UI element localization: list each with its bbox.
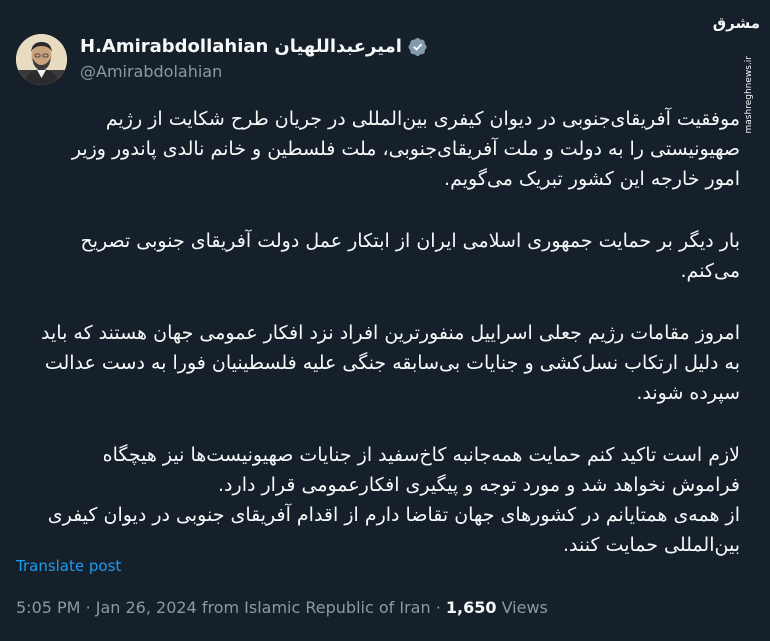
avatar-portrait-icon bbox=[16, 34, 67, 85]
watermark-url: mashreghnews.ir bbox=[744, 56, 754, 134]
translate-post-link[interactable]: Translate post bbox=[16, 557, 121, 575]
watermark-logo: مشرق bbox=[712, 14, 760, 32]
tweet-paragraph: لازم است تاکید کنم حمایت همه‌جانبه کاخ‌س… bbox=[47, 444, 740, 556]
separator-dot: · bbox=[435, 598, 446, 617]
avatar[interactable] bbox=[16, 34, 67, 85]
tweet-paragraph: امروز مقامات رژیم جعلی اسراییل منفورترین… bbox=[41, 322, 740, 404]
author-name-row[interactable]: H.Amirabdollahian امیرعبداللهیان bbox=[80, 36, 428, 57]
tweet-text: موفقیت آفریقای‌جنوبی در دیوان کیفری بین‌… bbox=[40, 104, 740, 592]
author-name[interactable]: H.Amirabdollahian bbox=[80, 36, 268, 57]
tweet-time[interactable]: 5:05 PM bbox=[16, 598, 80, 617]
verified-badge-icon bbox=[408, 37, 427, 56]
author-name-fa[interactable]: امیرعبداللهیان bbox=[274, 36, 402, 57]
tweet-location: from Islamic Republic of Iran bbox=[201, 598, 431, 617]
separator-dot: · bbox=[85, 598, 96, 617]
views-count: 1,650 bbox=[445, 598, 497, 617]
views-label: Views bbox=[501, 598, 548, 617]
tweet-meta: 5:05 PM · Jan 26, 2024 from Islamic Repu… bbox=[16, 598, 548, 617]
tweet-date[interactable]: Jan 26, 2024 bbox=[96, 598, 197, 617]
tweet-paragraph: بار دیگر بر حمایت جمهوری اسلامی ایران از… bbox=[80, 230, 740, 282]
author-handle[interactable]: @Amirabdolahian bbox=[80, 62, 222, 81]
tweet-paragraph: موفقیت آفریقای‌جنوبی در دیوان کیفری بین‌… bbox=[71, 108, 740, 190]
